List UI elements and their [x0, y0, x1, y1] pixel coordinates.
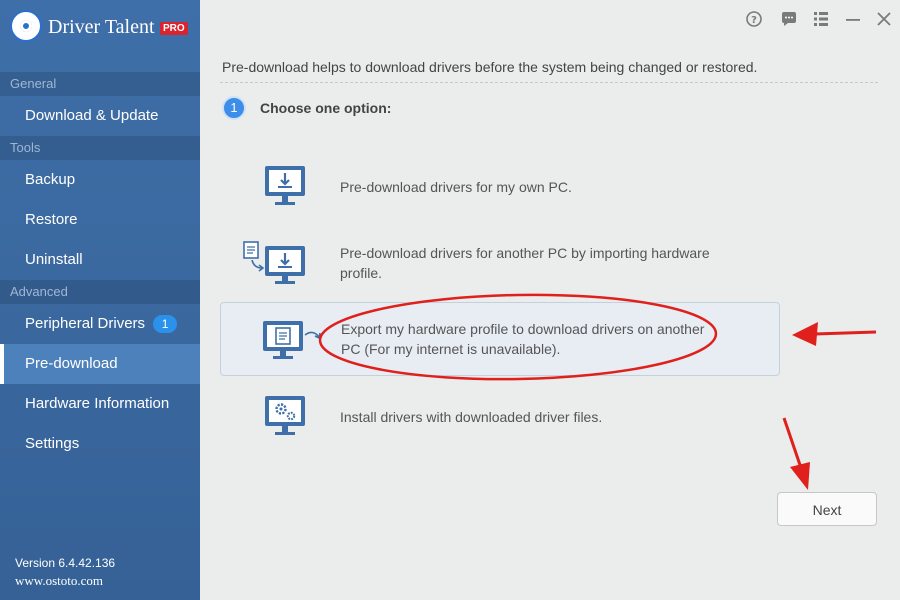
option-export-profile[interactable]: Export my hardware profile to download d…: [220, 302, 780, 376]
option-install-downloaded[interactable]: Install drivers with downloaded driver f…: [220, 380, 780, 454]
sidebar-item-settings[interactable]: Settings: [0, 424, 200, 464]
option-another-pc-import[interactable]: Pre-download drivers for another PC by i…: [220, 226, 780, 300]
sidebar: Driver Talent PRO General Download & Upd…: [0, 0, 200, 600]
section-advanced: Advanced: [0, 280, 200, 304]
app-logo-icon: [10, 10, 42, 42]
app-title: Driver Talent: [48, 16, 155, 38]
option-label: Pre-download drivers for another PC by i…: [340, 245, 710, 281]
import-profile-icon: [243, 241, 305, 284]
minimize-icon[interactable]: [844, 10, 862, 28]
feedback-icon[interactable]: [780, 10, 798, 28]
main-panel: ? Pre-download helps to download drivers…: [200, 0, 900, 600]
export-profile-icon: [263, 321, 321, 359]
intro-text: Pre-download helps to download drivers b…: [222, 59, 758, 75]
step-label: Choose one option:: [260, 100, 392, 116]
sidebar-item-backup[interactable]: Backup: [0, 160, 200, 200]
version-text: Version 6.4.42.136: [15, 556, 116, 570]
sidebar-item-download-update[interactable]: Download & Update: [0, 96, 200, 136]
sidebar-item-uninstall[interactable]: Uninstall: [0, 240, 200, 280]
monitor-settings-icon: [265, 396, 305, 435]
website-link[interactable]: www.ostoto.com: [15, 573, 103, 589]
section-tools: Tools: [0, 136, 200, 160]
sidebar-item-pre-download[interactable]: Pre-download: [0, 344, 200, 384]
option-own-pc[interactable]: Pre-download drivers for my own PC.: [220, 150, 780, 224]
option-label: Pre-download drivers for my own PC.: [340, 179, 572, 195]
option-label: Install drivers with downloaded driver f…: [340, 409, 603, 425]
menu-icon[interactable]: [812, 10, 830, 28]
close-icon[interactable]: [875, 10, 893, 28]
svg-text:?: ?: [751, 15, 757, 26]
count-badge: 1: [153, 315, 178, 334]
help-icon[interactable]: ?: [745, 10, 763, 28]
sidebar-item-hardware-information[interactable]: Hardware Information: [0, 384, 200, 424]
pro-badge: PRO: [160, 22, 188, 35]
next-button[interactable]: Next: [777, 492, 877, 526]
sidebar-item-label: Peripheral Drivers: [25, 315, 146, 332]
monitor-download-icon: [265, 166, 305, 205]
sidebar-item-restore[interactable]: Restore: [0, 200, 200, 240]
section-general: General: [0, 72, 200, 96]
step-number-badge: 1: [222, 96, 246, 120]
option-label: Export my hardware profile to download d…: [341, 321, 705, 357]
divider: [220, 82, 878, 83]
sidebar-item-peripheral-drivers[interactable]: Peripheral Drivers 1: [0, 304, 200, 344]
